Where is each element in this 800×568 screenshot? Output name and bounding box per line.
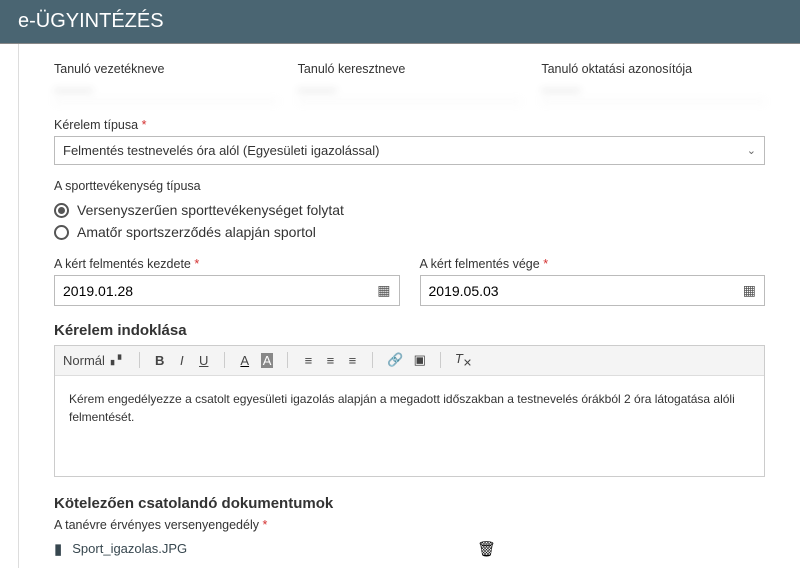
lastname-label: Tanuló vezetékneve	[54, 62, 278, 76]
radio-label: Amatőr sportszerződés alapján sportol	[77, 224, 316, 240]
start-date-input[interactable]: ▦	[54, 275, 400, 306]
radio-icon	[54, 203, 69, 218]
radio-competitive[interactable]: Versenyszerűen sporttevékenységet folyta…	[54, 199, 765, 221]
start-date-value[interactable]	[63, 283, 377, 299]
eduid-label: Tanuló oktatási azonosítója	[541, 62, 765, 76]
request-type-select[interactable]: Felmentés testnevelés óra alól (Egyesüle…	[54, 136, 765, 165]
bold-icon[interactable]: B	[154, 353, 166, 368]
ordered-list-icon[interactable]: ≡	[302, 353, 314, 368]
trash-icon[interactable]: 🗑	[477, 540, 496, 558]
link-icon[interactable]: 🔗	[387, 352, 403, 368]
app-header: e-ÜGYINTÉZÉS	[0, 0, 800, 44]
radio-label: Versenyszerűen sporttevékenységet folyta…	[77, 202, 344, 218]
style-dropdown[interactable]: Normál ▖▘	[63, 353, 125, 368]
italic-icon[interactable]: I	[176, 353, 188, 368]
attachment-row: ▮ Sport_igazolas.JPG 🗑	[54, 540, 765, 558]
attachment-label: A tanévre érvényes versenyengedély *	[54, 518, 765, 532]
calendar-icon[interactable]: ▦	[743, 282, 756, 299]
attachment-filename[interactable]: Sport_igazolas.JPG	[72, 541, 187, 556]
end-date-value[interactable]	[429, 283, 743, 299]
radio-icon	[54, 225, 69, 240]
firstname-label: Tanuló keresztneve	[298, 62, 522, 76]
sport-type-label: A sporttevékenység típusa	[54, 179, 765, 193]
rich-text-editor: Normál ▖▘ B I U A A ≡ ≡ ≡ 🔗	[54, 345, 765, 477]
text-color-icon[interactable]: A	[239, 353, 251, 368]
lastname-value: ———	[54, 80, 278, 102]
justification-title: Kérelem indoklása	[54, 322, 765, 339]
start-date-label: A kért felmentés kezdete *	[54, 257, 400, 271]
caret-icon: ▖▘	[111, 355, 125, 366]
clear-format-icon[interactable]: T✕	[455, 351, 472, 370]
editor-toolbar: Normál ▖▘ B I U A A ≡ ≡ ≡ 🔗	[55, 346, 764, 376]
end-date-label: A kért felmentés vége *	[420, 257, 766, 271]
image-icon[interactable]: ▣	[414, 352, 426, 368]
end-date-input[interactable]: ▦	[420, 275, 766, 306]
bg-color-icon[interactable]: A	[261, 353, 274, 368]
header-prefix: e	[18, 10, 29, 32]
editor-body[interactable]: Kérem engedélyezze a csatolt egyesületi …	[55, 376, 764, 476]
document-icon: ▮	[54, 540, 62, 558]
form-content: Tanuló vezetékneve ——— Tanuló keresztnev…	[18, 44, 800, 568]
align-icon[interactable]: ≡	[346, 353, 358, 368]
chevron-down-icon: ⌄	[747, 144, 756, 157]
request-type-value: Felmentés testnevelés óra alól (Egyesüle…	[63, 143, 380, 158]
firstname-value: ———	[298, 80, 522, 102]
eduid-value: ———	[541, 80, 765, 102]
request-type-label: Kérelem típusa *	[54, 118, 765, 132]
radio-amateur[interactable]: Amatőr sportszerződés alapján sportol	[54, 221, 765, 243]
unordered-list-icon[interactable]: ≡	[324, 353, 336, 368]
header-title: -ÜGYINTÉZÉS	[29, 10, 163, 32]
calendar-icon[interactable]: ▦	[377, 282, 390, 299]
attachments-title: Kötelezően csatolandó dokumentumok	[54, 495, 765, 512]
underline-icon[interactable]: U	[198, 353, 210, 368]
